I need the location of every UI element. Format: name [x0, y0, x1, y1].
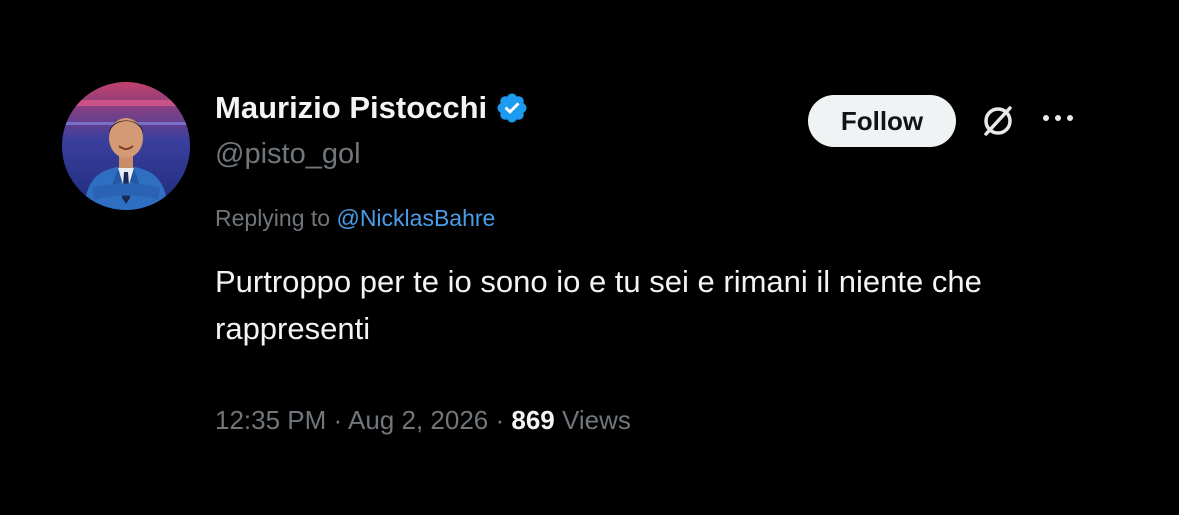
author-name-text: Maurizio Pistocchi — [215, 90, 488, 125]
more-icon[interactable] — [1040, 108, 1076, 128]
follow-button[interactable]: Follow — [808, 95, 956, 147]
views-label: Views — [562, 405, 631, 435]
verified-badge-icon — [497, 93, 527, 123]
reply-mention-link[interactable]: @NicklasBahre — [336, 205, 495, 231]
meta-separator: · — [333, 405, 343, 435]
views-count: 869 — [511, 405, 555, 435]
tweet-date[interactable]: Aug 2, 2026 — [348, 405, 488, 435]
avatar-image — [62, 82, 190, 210]
replying-to-line: Replying to @NicklasBahre — [215, 205, 495, 232]
author-name[interactable]: Maurizio Pistocchi — [215, 90, 529, 126]
replying-prefix: Replying to — [215, 205, 331, 231]
tweet-card: Maurizio Pistocchi @pisto_gol Follow Rep… — [0, 0, 1179, 515]
avatar[interactable] — [62, 82, 190, 210]
meta-separator: · — [495, 405, 505, 435]
tweet-time[interactable]: 12:35 PM — [215, 405, 326, 435]
grok-icon[interactable] — [978, 101, 1018, 141]
author-handle[interactable]: @pisto_gol — [215, 138, 361, 171]
tweet-meta: 12:35 PM · Aug 2, 2026 · 869 Views — [215, 405, 631, 436]
tweet-text: Purtroppo per te io sono io e tu sei e r… — [215, 264, 982, 346]
